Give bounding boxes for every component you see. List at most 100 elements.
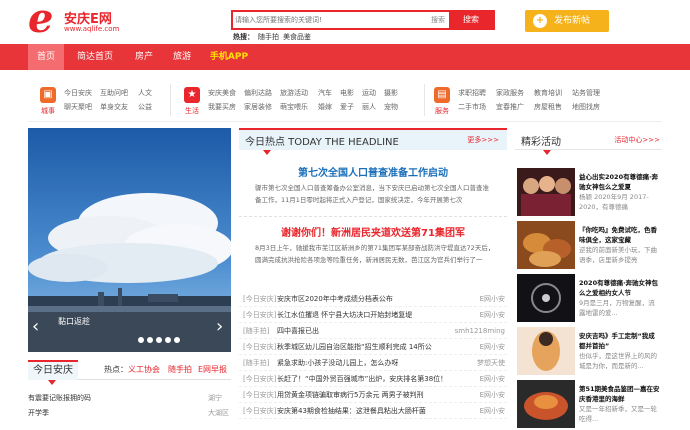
today-list-meta: 大湖区 [208,409,229,417]
hot-search-label: 热搜： [233,33,254,41]
headline-main-body: 骤市第七次全国人口普查筹备办公室消息，当下安庆已启动第七次全国人口普查准备工作，… [255,184,489,204]
today-hot-link[interactable]: 义工协会 [128,364,160,375]
event-item[interactable]: 安庆吉吗》手工定制“我成都并首拍” 也似乎，是这世界上的风的城是为你，而是新的..… [517,327,662,377]
slider-dot[interactable] [165,337,171,343]
nav-home[interactable]: 首页 [28,44,64,70]
event-item[interactable]: 2020有尊德痛·奔驰女神包么之爱相约女人节 9月是三月，万物复醒，流露地雷的爱.… [517,274,662,324]
event-sub: 逆我的前面新美小玩，下曲语季，店里新乡提亮 [579,246,657,264]
category-link[interactable]: 家居装修 [244,102,272,112]
event-thumbnail [517,274,575,322]
today-hot-link[interactable]: E网早报 [198,364,227,375]
today-title: 今日安庆 [28,360,78,380]
next-arrow-icon[interactable]: › [216,316,223,337]
category-link[interactable]: 站务管理 [572,88,600,98]
category-link[interactable]: 运动 [362,88,376,98]
event-sub: 又是一年招新季，又是一轮吃得... [579,405,657,423]
hot-search-item[interactable]: 美食品鉴 [283,33,311,41]
category-link[interactable]: 今日安庆 [64,88,92,98]
category-link[interactable]: 偏利达路 [244,88,272,98]
events-more-link[interactable]: 活动中心>>> [614,135,660,145]
pointer-icon [263,150,271,155]
today-list-item[interactable]: 开学季 大湖区 [28,408,229,418]
event-item[interactable]: 第51期美食品鉴团—嘉在安庆香港里的海鲜 又是一年招新季，又是一轮吃得... [517,380,662,430]
news-row[interactable]: [今日安庆] 秋季城区幼儿园自治区能指“招生顺利完成 14所公 E网小安 [239,340,507,355]
news-row[interactable]: [今日安庆] 安庆市区2020年中考成绩分档表公布 E网小安 [239,292,507,307]
category-link[interactable]: 我要买房 [208,102,236,112]
event-sub: 杨颖 2020年9月 2017-2020，有尊德痛 [579,193,649,211]
slider-dots[interactable] [138,336,183,345]
category-link[interactable]: 互助问吧 [100,88,128,98]
category-link[interactable]: 二手市场 [458,102,486,112]
category-link[interactable]: 房屋租售 [534,102,562,112]
news-row[interactable]: [今日安庆] 用贷黄金项链骗取审病行5万余元 两男子被判刑 E网小安 [239,388,507,403]
slider-dot[interactable] [138,337,144,343]
today-list-item[interactable]: 有震要记账报拥的码 湖宁 [28,393,222,403]
category-link[interactable]: 旅游活动 [280,88,308,98]
news-row[interactable]: [今日安庆] 长江水位攫退 怀宁县大坊决口开始封堵复堤 E网小安 [239,308,507,323]
search-category[interactable]: 搜索 [431,15,445,25]
hot-search-item[interactable]: 随手拍 [258,33,279,41]
category-link[interactable]: 家政服务 [496,88,524,98]
category-link[interactable]: 单身交友 [100,102,128,112]
news-row[interactable]: [今日安庆] 长赶了！“中国外贸百强城市”出炉，安庆排名第38位！ E网小安 [239,372,507,387]
news-category: [今日安庆] [243,295,277,303]
category-link[interactable]: 宜春推广 [496,102,524,112]
slider-dot[interactable] [174,337,180,343]
headline-sub-title[interactable]: 谢谢你们！新洲居民夹道欢送第71集团军 [239,224,507,239]
nav-app[interactable]: 手机APP [204,44,254,70]
photo-slider[interactable]: 黏口返趁 ‹ › [28,128,231,352]
category-link[interactable]: 教育培训 [534,88,562,98]
event-item[interactable]: 『你吃吗』免费试吃，色香味俱全，这家宝藏 逆我的前面新美小玩，下曲语季，店里新乡提… [517,221,662,271]
category-link[interactable]: 电影 [340,88,354,98]
category-link[interactable]: 聊天聚吧 [64,102,92,112]
news-author: 梦想天使 [477,359,505,367]
slider-dot[interactable] [147,337,153,343]
category-link[interactable]: 汽车 [318,88,332,98]
nav-simple-home[interactable]: 简达首页 [70,44,120,70]
category-link[interactable]: 求职招聘 [458,88,486,98]
news-category: [今日安庆] [243,391,277,399]
event-text: 益心出实2020有尊德痛·奔驰女神包么之爱夏 杨颖 2020年9月 2017-20… [579,172,661,212]
site-logo[interactable]: e 安庆E网 www.aqlife.com [28,0,138,42]
headline-more-link[interactable]: 更多>>> [467,135,499,145]
logo-mark: e [28,0,54,42]
headline-sub-body: 8月3日上午，驰援我市芜江区新洲乡的第71集团军某部奋战防洪守堤直达72天后，圆… [255,244,495,264]
search-button[interactable]: 搜索 [449,12,493,28]
category-link[interactable]: 安庆美食 [208,88,236,98]
prev-arrow-icon[interactable]: ‹ [32,316,39,337]
search-input[interactable] [235,13,425,27]
slider-dot[interactable] [156,337,162,343]
category-link[interactable]: 人文 [138,88,152,98]
category-link[interactable]: 爱子 [340,102,354,112]
today-hot-link[interactable]: 随手拍 [168,364,192,375]
category-link[interactable]: 公益 [138,102,152,112]
news-author: smh1218ming [454,327,505,335]
pointer-icon [543,150,551,155]
event-sub: 9月是三月，万物复醒，流露地雷的爱... [579,299,655,317]
news-title: 用贷黄金项链骗取审病行5万余元 两男子被判刑 [277,391,424,399]
event-title: 2020有尊德痛·奔驰女神包么之爱相约女人节 [579,279,659,297]
post-button[interactable]: + 发布新帖 [525,10,609,32]
category-link[interactable]: 地图找房 [572,102,600,112]
headline-bar-title: 今日热点 TODAY THE HEADLINE [245,137,399,148]
category-link[interactable]: 萌宝喂乐 [280,102,308,112]
today-list-title: 开学季 [28,409,49,417]
category-link[interactable]: 宠物 [384,102,398,112]
category-city: ▣ 城事 今日安庆 互助问吧 人文 聊天聚吧 单身交友 公益 [40,80,152,120]
category-link[interactable]: 丽人 [362,102,376,112]
city-icon: ▣ [40,87,56,103]
event-item[interactable]: 益心出实2020有尊德痛·奔驰女神包么之爱夏 杨颖 2020年9月 2017-20… [517,168,662,218]
today-list-title: 有震要记账报拥的码 [28,394,91,402]
headline-main-title[interactable]: 第七次全国人口普查准备工作启动 [239,164,507,179]
nav-travel[interactable]: 旅游 [166,44,198,70]
event-title: 第51期美食品鉴团—嘉在安庆香港里的海鲜 [579,385,660,403]
news-title: 长江水位攫退 怀宁县大坊决口开始封堵复堤 [277,311,413,319]
news-row[interactable]: [今日安庆] 安庆第43期食检抽结果：这泄餐具粘出大肠杆菌 E网小安 [239,404,507,419]
category-city-label: 城事 [41,107,55,115]
news-row[interactable]: [随手拍] 紧急求助:小孩子没动儿园上，怎么办呀 梦想天使 [239,356,507,371]
news-row[interactable]: [随手拍] 四中喜报已出 smh1218ming [239,324,507,339]
plus-icon: + [533,14,547,28]
nav-realestate[interactable]: 房产 [128,44,160,70]
category-link[interactable]: 摄影 [384,88,398,98]
category-link[interactable]: 婚嫁 [318,102,332,112]
